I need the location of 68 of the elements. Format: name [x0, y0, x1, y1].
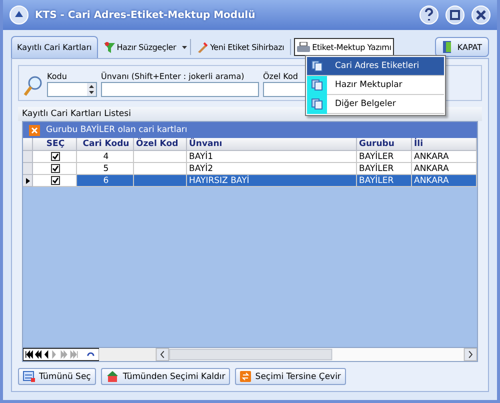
action-button[interactable]: Tümünden Seçimi Kaldır: [100, 368, 230, 385]
grid-select-icon: [23, 371, 35, 382]
swap-icon: [240, 371, 252, 382]
table-cell: BAYİ2: [187, 163, 357, 175]
magic-wand-icon: [197, 42, 208, 52]
caret-icon[interactable]: [182, 46, 188, 48]
table-cell: 5: [77, 163, 134, 175]
row-indicator[interactable]: [23, 175, 33, 187]
field-label: Özel Kod: [263, 72, 300, 81]
column-header[interactable]: Gurubu: [357, 138, 412, 151]
door-icon: [442, 41, 454, 53]
code-spin-field[interactable]: [47, 82, 97, 97]
menu-item[interactable]: Diğer Belgeler: [307, 95, 444, 114]
group-filter-text: Gurubu BAYİLER olan cari kartları: [46, 125, 188, 135]
action-button[interactable]: Tümünü Seç: [18, 368, 96, 385]
table-cell: ANKARA: [412, 151, 477, 163]
search-icon: [23, 75, 43, 97]
help-icon[interactable]: [419, 5, 439, 25]
column-header[interactable]: Ünvanı: [187, 138, 357, 151]
funnel-icon: [104, 42, 115, 52]
table-cell: ANKARA: [412, 175, 477, 187]
table-cell: BAYİLER: [357, 163, 412, 175]
record-navigator-drawing[interactable]: [23, 348, 100, 361]
text-field[interactable]: [101, 82, 259, 97]
checkbox[interactable]: [51, 176, 60, 185]
toolbar-button[interactable]: Etiket-Mektup Yazımı: [294, 38, 394, 56]
table-cell: BAYİ1: [187, 151, 357, 163]
close-button[interactable]: KAPAT: [435, 37, 489, 57]
column-header[interactable]: İli: [412, 138, 477, 151]
button-label: Yeni Etiket Sihirbazı: [210, 42, 284, 52]
printer-icon: [297, 42, 310, 52]
app-icon[interactable]: [9, 5, 29, 25]
column-header[interactable]: Cari Kodu: [77, 138, 134, 151]
field-label: Ünvanı (Shift+Enter : jokerli arama): [101, 72, 246, 81]
table-cell: BAYİLER: [357, 175, 412, 187]
toolbar-button[interactable]: Hazır Süzgeçler: [100, 38, 180, 56]
checkbox[interactable]: [51, 164, 60, 173]
current-row-icon: [26, 178, 30, 184]
documents-icon: [311, 60, 323, 72]
clear-filter-icon[interactable]: [29, 124, 40, 136]
menu-item[interactable]: Hazır Mektuplar: [307, 76, 444, 95]
documents-icon: [311, 98, 323, 110]
window-title: KTS - Cari Adres-Etiket-Mektup Modulü: [35, 10, 256, 20]
toolbar-button[interactable]: Yeni Etiket Sihirbazı: [194, 38, 288, 56]
table-cell: [134, 163, 187, 175]
table-cell: HAYIRSIZ BAYİ: [187, 175, 357, 187]
spin-arrows-icon[interactable]: [87, 83, 96, 96]
menu-item[interactable]: Cari Adres Etiketleri: [307, 57, 444, 76]
table-cell: [134, 151, 187, 163]
button-label: Hazır Süzgeçler: [116, 42, 176, 52]
maximize-icon[interactable]: [445, 5, 465, 25]
horizontal-scrollbar[interactable]: [99, 348, 477, 361]
field-label: Kodu: [47, 72, 68, 81]
close-icon[interactable]: [471, 5, 491, 25]
table-cell: [134, 175, 187, 187]
table-cell: ANKARA: [412, 163, 477, 175]
table-cell: 4: [77, 151, 134, 163]
documents-icon: [311, 79, 323, 91]
checkbox[interactable]: [51, 152, 60, 161]
action-button[interactable]: Seçimi Tersine Çevir: [235, 368, 346, 385]
tab[interactable]: Kayıtlı Cari Kartları: [11, 36, 98, 58]
button-label: Etiket-Mektup Yazımı: [312, 42, 392, 52]
house-icon: [106, 371, 119, 382]
table-cell: BAYİLER: [357, 151, 412, 163]
column-header[interactable]: SEÇ: [33, 138, 77, 151]
header-corner: [23, 138, 33, 151]
column-header[interactable]: Özel Kod: [134, 138, 187, 151]
table-cell: 6: [77, 175, 134, 187]
